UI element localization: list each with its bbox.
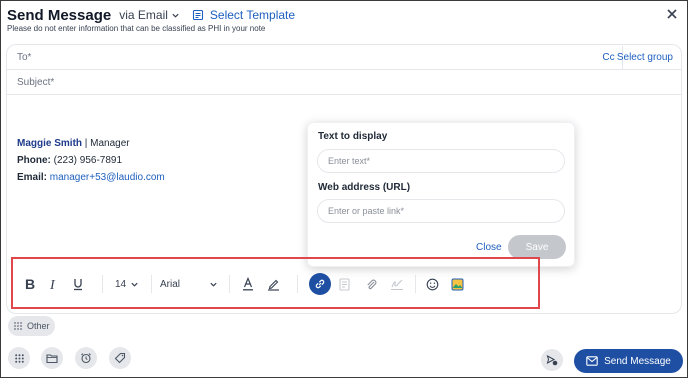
toolbar-divider [297, 275, 298, 293]
reminder-button[interactable] [75, 347, 97, 369]
signature-name-line: Maggie Smith | Manager [17, 135, 165, 152]
mail-icon [586, 356, 598, 366]
highlight-icon [267, 279, 279, 291]
chevron-down-icon [131, 282, 138, 287]
svg-text:I: I [49, 278, 56, 291]
other-chip[interactable]: Other [8, 316, 55, 336]
via-channel-label: via Email [119, 8, 168, 22]
font-color-button[interactable] [241, 276, 255, 292]
email-label: Email: [17, 172, 48, 183]
bold-icon: B [25, 277, 35, 291]
font-size-value: 14 [114, 278, 127, 290]
attachment-button[interactable] [364, 276, 378, 292]
dialog-title: Send Message [7, 6, 112, 24]
tag-button[interactable] [109, 347, 131, 369]
tag-icon [114, 352, 126, 364]
web-address-input[interactable] [317, 199, 565, 223]
signature-role: | Manager [82, 138, 130, 149]
email-link[interactable]: manager+53@laudio.com [47, 172, 165, 183]
signature-icon [391, 279, 403, 290]
underline-button[interactable] [71, 276, 85, 292]
document-icon [338, 277, 350, 291]
italic-button[interactable]: I [47, 276, 61, 292]
phi-warning-note: Please do not enter information that can… [7, 24, 266, 33]
signature-email-line: Email: manager+53@laudio.com [17, 169, 165, 186]
popup-close-button[interactable]: Close [476, 242, 502, 253]
font-family-select[interactable]: Arial [160, 276, 218, 292]
font-family-value: Arial [160, 278, 181, 290]
send-message-button[interactable]: Send Message [574, 349, 683, 373]
text-to-display-label: Text to display [318, 131, 388, 142]
alarm-clock-icon [81, 353, 91, 364]
select-group-button[interactable]: Select group [617, 52, 673, 63]
select-template-label: Select Template [209, 8, 296, 22]
select-template-button[interactable]: Select Template [192, 8, 295, 22]
dialog-header: Send Message via Email Select Template [7, 5, 295, 25]
image-button[interactable] [450, 276, 464, 292]
close-icon[interactable] [665, 7, 679, 21]
toolbar-divider [229, 275, 230, 293]
popup-save-button[interactable]: Save [508, 235, 566, 259]
highlight-button[interactable] [266, 276, 280, 292]
attachment-icon [366, 279, 376, 289]
italic-icon: I [49, 278, 56, 291]
chevron-down-icon [210, 282, 217, 287]
signature-phone-line: Phone: (223) 956-7891 [17, 152, 165, 169]
chevron-down-icon [172, 13, 179, 18]
document-button[interactable] [338, 276, 350, 292]
to-field[interactable]: To* Cc Select group [7, 45, 681, 70]
via-channel-dropdown[interactable]: via Email [119, 8, 180, 22]
schedule-send-button[interactable] [541, 349, 563, 371]
schedule-send-icon [546, 354, 558, 366]
font-color-icon [243, 277, 253, 291]
web-address-label: Web address (URL) [318, 182, 411, 193]
bold-button[interactable]: B [23, 276, 37, 292]
apps-button[interactable] [8, 347, 30, 369]
link-button[interactable] [309, 273, 331, 295]
subject-label: Subject* [17, 77, 55, 88]
to-label: To* [17, 52, 32, 63]
text-to-display-input[interactable] [317, 149, 565, 173]
link-icon [315, 279, 325, 289]
send-message-label: Send Message [604, 355, 671, 367]
font-size-select[interactable]: 14 [112, 276, 142, 292]
template-icon [192, 9, 203, 21]
formatting-toolbar: B I 14 Arial [11, 257, 540, 309]
emoji-icon [426, 278, 438, 290]
grid-icon [14, 322, 22, 330]
folder-button[interactable] [41, 347, 63, 369]
folder-icon [46, 353, 58, 363]
svg-text:B: B [25, 277, 35, 291]
toolbar-divider [415, 275, 416, 293]
emoji-button[interactable] [425, 276, 439, 292]
image-icon [451, 278, 463, 290]
insert-link-popup: Text to display Web address (URL) Close … [307, 122, 575, 267]
phone-label: Phone: [17, 155, 51, 166]
underline-icon [74, 279, 82, 291]
phone-value: (223) 956-7891 [50, 155, 123, 166]
toolbar-divider [151, 275, 152, 293]
signature-name: Maggie Smith [17, 138, 83, 149]
send-message-dialog: Send Message via Email Select Template P… [0, 0, 688, 378]
signature-button[interactable] [390, 276, 404, 292]
toolbar-divider [102, 275, 103, 293]
grid-icon [14, 353, 24, 363]
subject-field[interactable]: Subject* [7, 70, 681, 95]
message-body-signature[interactable]: Maggie Smith | Manager Phone: (223) 956-… [17, 135, 165, 186]
other-label: Other [27, 321, 50, 331]
